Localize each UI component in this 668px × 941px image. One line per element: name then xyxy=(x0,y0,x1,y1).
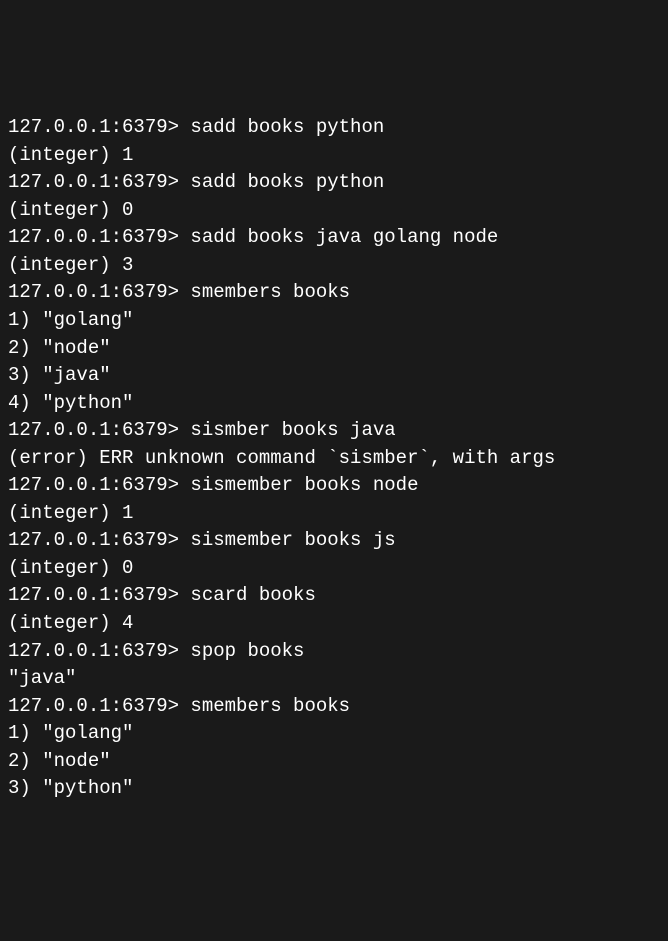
terminal-prompt: 127.0.0.1:6379> xyxy=(8,695,179,717)
terminal-command: sismember books js xyxy=(179,529,396,551)
terminal-command: spop books xyxy=(179,640,304,662)
terminal-output-line: 2) "node" xyxy=(8,335,660,363)
terminal-prompt: 127.0.0.1:6379> xyxy=(8,584,179,606)
terminal-output-line: 3) "java" xyxy=(8,362,660,390)
terminal-command-line: 127.0.0.1:6379> smembers books xyxy=(8,279,660,307)
terminal-output-line: 1) "golang" xyxy=(8,307,660,335)
terminal-command: smembers books xyxy=(179,695,350,717)
terminal-command: sismember books node xyxy=(179,474,418,496)
terminal-command: sadd books python xyxy=(179,171,384,193)
terminal-output-line: 1) "golang" xyxy=(8,720,660,748)
terminal-command: sadd books java golang node xyxy=(179,226,498,248)
terminal-command-line: 127.0.0.1:6379> sismember books js xyxy=(8,527,660,555)
terminal-command-line: 127.0.0.1:6379> sismber books java xyxy=(8,417,660,445)
terminal-output-line: (integer) 1 xyxy=(8,500,660,528)
terminal-output-line: (integer) 3 xyxy=(8,252,660,280)
terminal-command-line: 127.0.0.1:6379> smembers books xyxy=(8,693,660,721)
terminal-command-line: 127.0.0.1:6379> sadd books java golang n… xyxy=(8,224,660,252)
terminal-output-line: "java" xyxy=(8,665,660,693)
terminal-output-line: 2) "node" xyxy=(8,748,660,776)
terminal-prompt: 127.0.0.1:6379> xyxy=(8,640,179,662)
terminal-output-line: (integer) 4 xyxy=(8,610,660,638)
terminal-prompt: 127.0.0.1:6379> xyxy=(8,116,179,138)
terminal-command: scard books xyxy=(179,584,316,606)
terminal-command-line: 127.0.0.1:6379> sadd books python xyxy=(8,114,660,142)
terminal-command-line: 127.0.0.1:6379> sismember books node xyxy=(8,472,660,500)
terminal-output-line: (integer) 1 xyxy=(8,142,660,170)
terminal-output-line: (integer) 0 xyxy=(8,197,660,225)
terminal-prompt: 127.0.0.1:6379> xyxy=(8,529,179,551)
terminal-prompt: 127.0.0.1:6379> xyxy=(8,419,179,441)
terminal-command-line: 127.0.0.1:6379> scard books xyxy=(8,582,660,610)
terminal-prompt: 127.0.0.1:6379> xyxy=(8,171,179,193)
terminal-prompt: 127.0.0.1:6379> xyxy=(8,474,179,496)
terminal-prompt: 127.0.0.1:6379> xyxy=(8,281,179,303)
terminal-output[interactable]: 127.0.0.1:6379> sadd books python(intege… xyxy=(8,114,660,803)
terminal-prompt: 127.0.0.1:6379> xyxy=(8,226,179,248)
terminal-command: sismber books java xyxy=(179,419,396,441)
terminal-output-line: 3) "python" xyxy=(8,775,660,803)
terminal-command-line: 127.0.0.1:6379> spop books xyxy=(8,638,660,666)
terminal-command: smembers books xyxy=(179,281,350,303)
terminal-command-line: 127.0.0.1:6379> sadd books python xyxy=(8,169,660,197)
terminal-output-line: (error) ERR unknown command `sismber`, w… xyxy=(8,445,660,473)
terminal-command: sadd books python xyxy=(179,116,384,138)
terminal-output-line: 4) "python" xyxy=(8,390,660,418)
terminal-output-line: (integer) 0 xyxy=(8,555,660,583)
